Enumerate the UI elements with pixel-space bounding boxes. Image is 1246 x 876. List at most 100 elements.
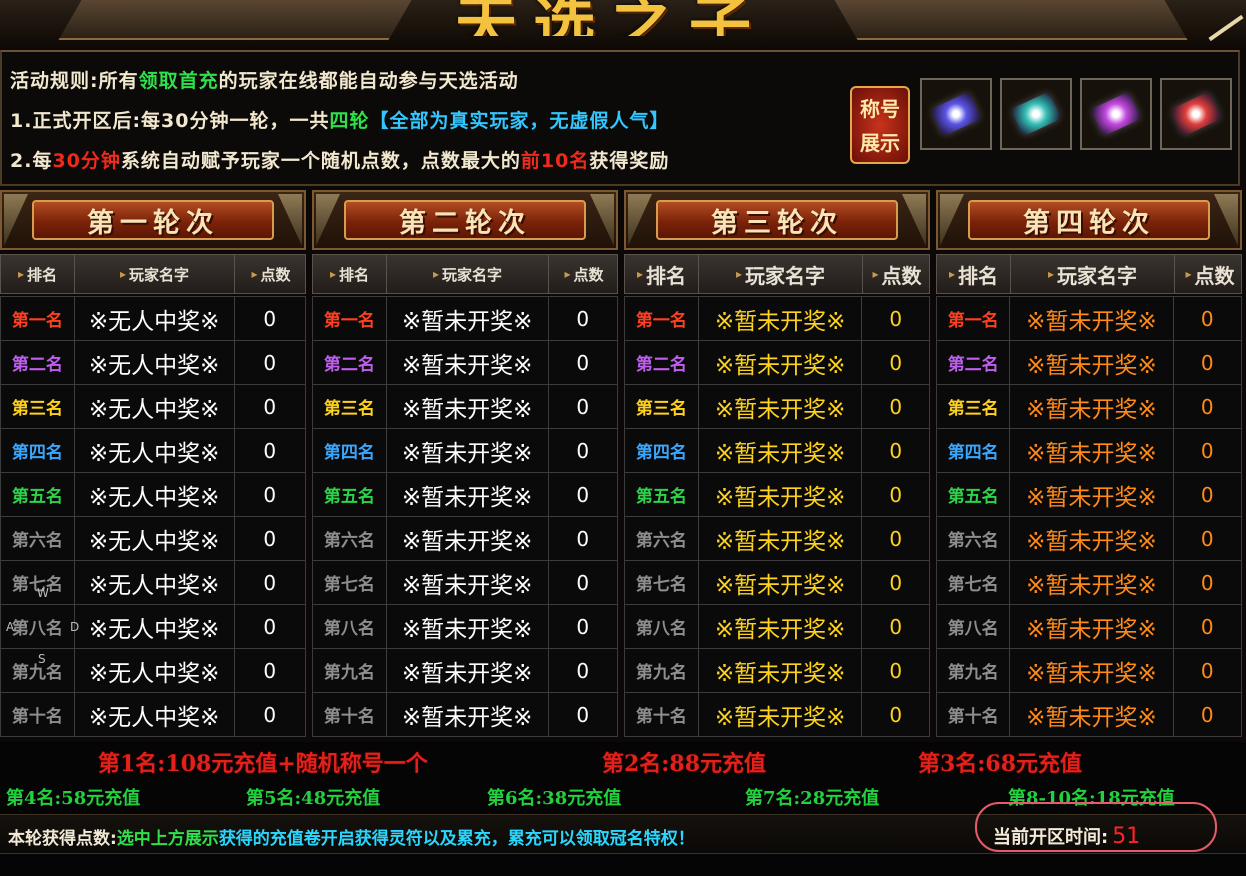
rank-label: 第二名 — [0, 340, 75, 385]
rank-label: 第九名 — [312, 648, 387, 693]
player-name: ※暂未开奖※ — [697, 472, 863, 517]
reward-third: 第3名:68元充值 — [918, 751, 1083, 777]
badge-label: 展示 — [860, 131, 900, 155]
rule-highlight: 四轮 — [329, 110, 370, 132]
player-points: 0 — [861, 604, 930, 649]
player-name: ※暂未开奖※ — [1009, 560, 1174, 605]
round-title: 第四轮次 — [1023, 207, 1155, 239]
ranking-row: 第四名 ※暂未开奖※ 0 — [312, 428, 619, 473]
player-name: ※无人中奖※ — [73, 604, 235, 649]
round-title-plate: 第四轮次 — [968, 200, 1210, 240]
player-points: 0 — [547, 472, 619, 517]
scroll-slot[interactable] — [1080, 78, 1152, 150]
open-time-label: 当前开区时间: — [993, 827, 1109, 848]
round-header: 第四轮次 — [936, 190, 1242, 250]
player-points: 0 — [1172, 384, 1242, 429]
player-points: 0 — [233, 692, 307, 737]
ranking-row: 第三名 ※无人中奖※ 0 — [0, 384, 307, 429]
notice-text: 本轮获得点数:选中上方展示获得的充值卷开启获得灵符以及累充，累充可以领取冠名特权… — [8, 824, 695, 849]
ranking-table: 第一名 ※无人中奖※ 0 第二名 ※无人中奖※ 0 第三名 ※无人中奖※ 0 第四名 ※无人中奖※ 0… — [0, 296, 307, 737]
badge-label: 称号 — [860, 97, 900, 121]
ranking-table: 第一名 ※暂未开奖※ 0 第二名 ※暂未开奖※ 0 第三名 ※暂未开奖※ 0 第四名 ※暂未开奖※ 0… — [312, 296, 619, 737]
player-name: ※暂未开奖※ — [697, 604, 863, 649]
player-points: 0 — [1172, 340, 1242, 385]
player-points: 0 — [861, 648, 930, 693]
player-points: 0 — [1172, 428, 1242, 473]
player-name: ※暂未开奖※ — [385, 296, 549, 341]
player-points: 0 — [1172, 296, 1242, 341]
scroll-slot[interactable] — [920, 78, 992, 150]
rank-label: 第二名 — [312, 340, 387, 385]
player-points: 0 — [1172, 560, 1242, 605]
scroll-slot[interactable] — [1000, 78, 1072, 150]
rank-label: 第六名 — [0, 516, 75, 561]
key-w-label: W — [37, 586, 49, 600]
rank-label: 第一名 — [624, 296, 699, 341]
ranking-row: 第八名 ※暂未开奖※ 0 — [624, 604, 930, 649]
player-name: ※暂未开奖※ — [697, 384, 863, 429]
ranking-row: 第六名 ※暂未开奖※ 0 — [624, 516, 930, 561]
ornament-corner — [4, 194, 28, 246]
ranking-row: 第四名 ※暂未开奖※ 0 — [624, 428, 930, 473]
banner-right-wing — [834, 0, 1188, 40]
rank-label: 第八名 — [624, 604, 699, 649]
ranking-row: 第五名 ※暂未开奖※ 0 — [312, 472, 619, 517]
player-points: 0 — [861, 340, 930, 385]
player-name: ※无人中奖※ — [73, 296, 235, 341]
rules-panel: 活动规则:所有领取首充的玩家在线都能自动参与天选活动 1.正式开区后:每30分钟… — [0, 50, 1240, 186]
round-title: 第二轮次 — [399, 207, 531, 239]
player-name: ※暂未开奖※ — [697, 340, 863, 385]
player-name: ※无人中奖※ — [73, 560, 235, 605]
points-column-header: 点数 — [549, 255, 619, 293]
player-points: 0 — [1172, 516, 1242, 561]
ranking-row: 第九名 ※暂未开奖※ 0 — [312, 648, 619, 693]
rank-label: 第六名 — [935, 516, 1011, 561]
rank-label: 第三名 — [624, 384, 699, 429]
round-column-4: 第四轮次排名玩家名字点数第一名※暂未开奖※0第二名※暂未开奖※0第三名※暂未开奖… — [935, 190, 1245, 737]
rank-label: 第七名 — [312, 560, 387, 605]
ranking-row: 第十名 ※无人中奖※ 0 — [0, 692, 307, 737]
player-points: 0 — [547, 692, 619, 737]
open-time: 当前开区时间: 51 — [993, 823, 1140, 849]
ranking-row: 第五名 ※暂未开奖※ 0 — [624, 472, 930, 517]
player-name: ※无人中奖※ — [73, 384, 235, 429]
key-d-label: D — [70, 620, 80, 634]
scroll-slot[interactable] — [1160, 78, 1232, 150]
notice-highlight: 选中上方展示 — [116, 829, 219, 849]
points-column-header: 点数 — [235, 255, 307, 293]
player-name: ※暂未开奖※ — [1009, 428, 1174, 473]
rank-label: 第五名 — [0, 472, 75, 517]
ranking-row: 第七名 ※暂未开奖※ 0 — [312, 560, 619, 605]
ranking-row: 第七名 ※暂未开奖※ 0 — [935, 560, 1242, 605]
rank-column-header: 排名 — [313, 255, 387, 293]
player-points: 0 — [547, 516, 619, 561]
rank-label: 第八名 — [312, 604, 387, 649]
ranking-row: 第九名 ※无人中奖※ 0 — [0, 648, 307, 693]
reward-seventh: 第7名:28元充值 — [745, 788, 880, 809]
rank-label: 第七名 — [935, 560, 1011, 605]
player-name: ※暂未开奖※ — [385, 384, 549, 429]
ornament-corner — [590, 194, 614, 246]
player-points: 0 — [233, 296, 307, 341]
player-name: ※暂未开奖※ — [385, 692, 549, 737]
player-points: 0 — [547, 428, 619, 473]
player-name: ※暂未开奖※ — [697, 692, 863, 737]
player-points: 0 — [547, 296, 619, 341]
banner-left-wing — [58, 0, 412, 40]
player-name: ※无人中奖※ — [73, 428, 235, 473]
player-points: 0 — [233, 604, 307, 649]
ranking-row: 第一名 ※暂未开奖※ 0 — [935, 296, 1242, 341]
rank-label: 第六名 — [624, 516, 699, 561]
player-name: ※暂未开奖※ — [385, 648, 549, 693]
player-name: ※暂未开奖※ — [1009, 340, 1174, 385]
rank-label: 第十名 — [624, 692, 699, 737]
rank-label: 第三名 — [0, 384, 75, 429]
player-points: 0 — [861, 428, 930, 473]
points-column-header: 点数 — [1175, 255, 1245, 293]
top-banner: 天选之子 — [0, 0, 1246, 48]
rule-text: 获得奖励 — [589, 150, 670, 172]
title-showcase-badge[interactable]: 称号 展示 — [850, 86, 910, 164]
player-name: ※暂未开奖※ — [1009, 472, 1174, 517]
sword-icon — [1208, 14, 1244, 42]
scroll-red-icon — [1170, 91, 1222, 137]
